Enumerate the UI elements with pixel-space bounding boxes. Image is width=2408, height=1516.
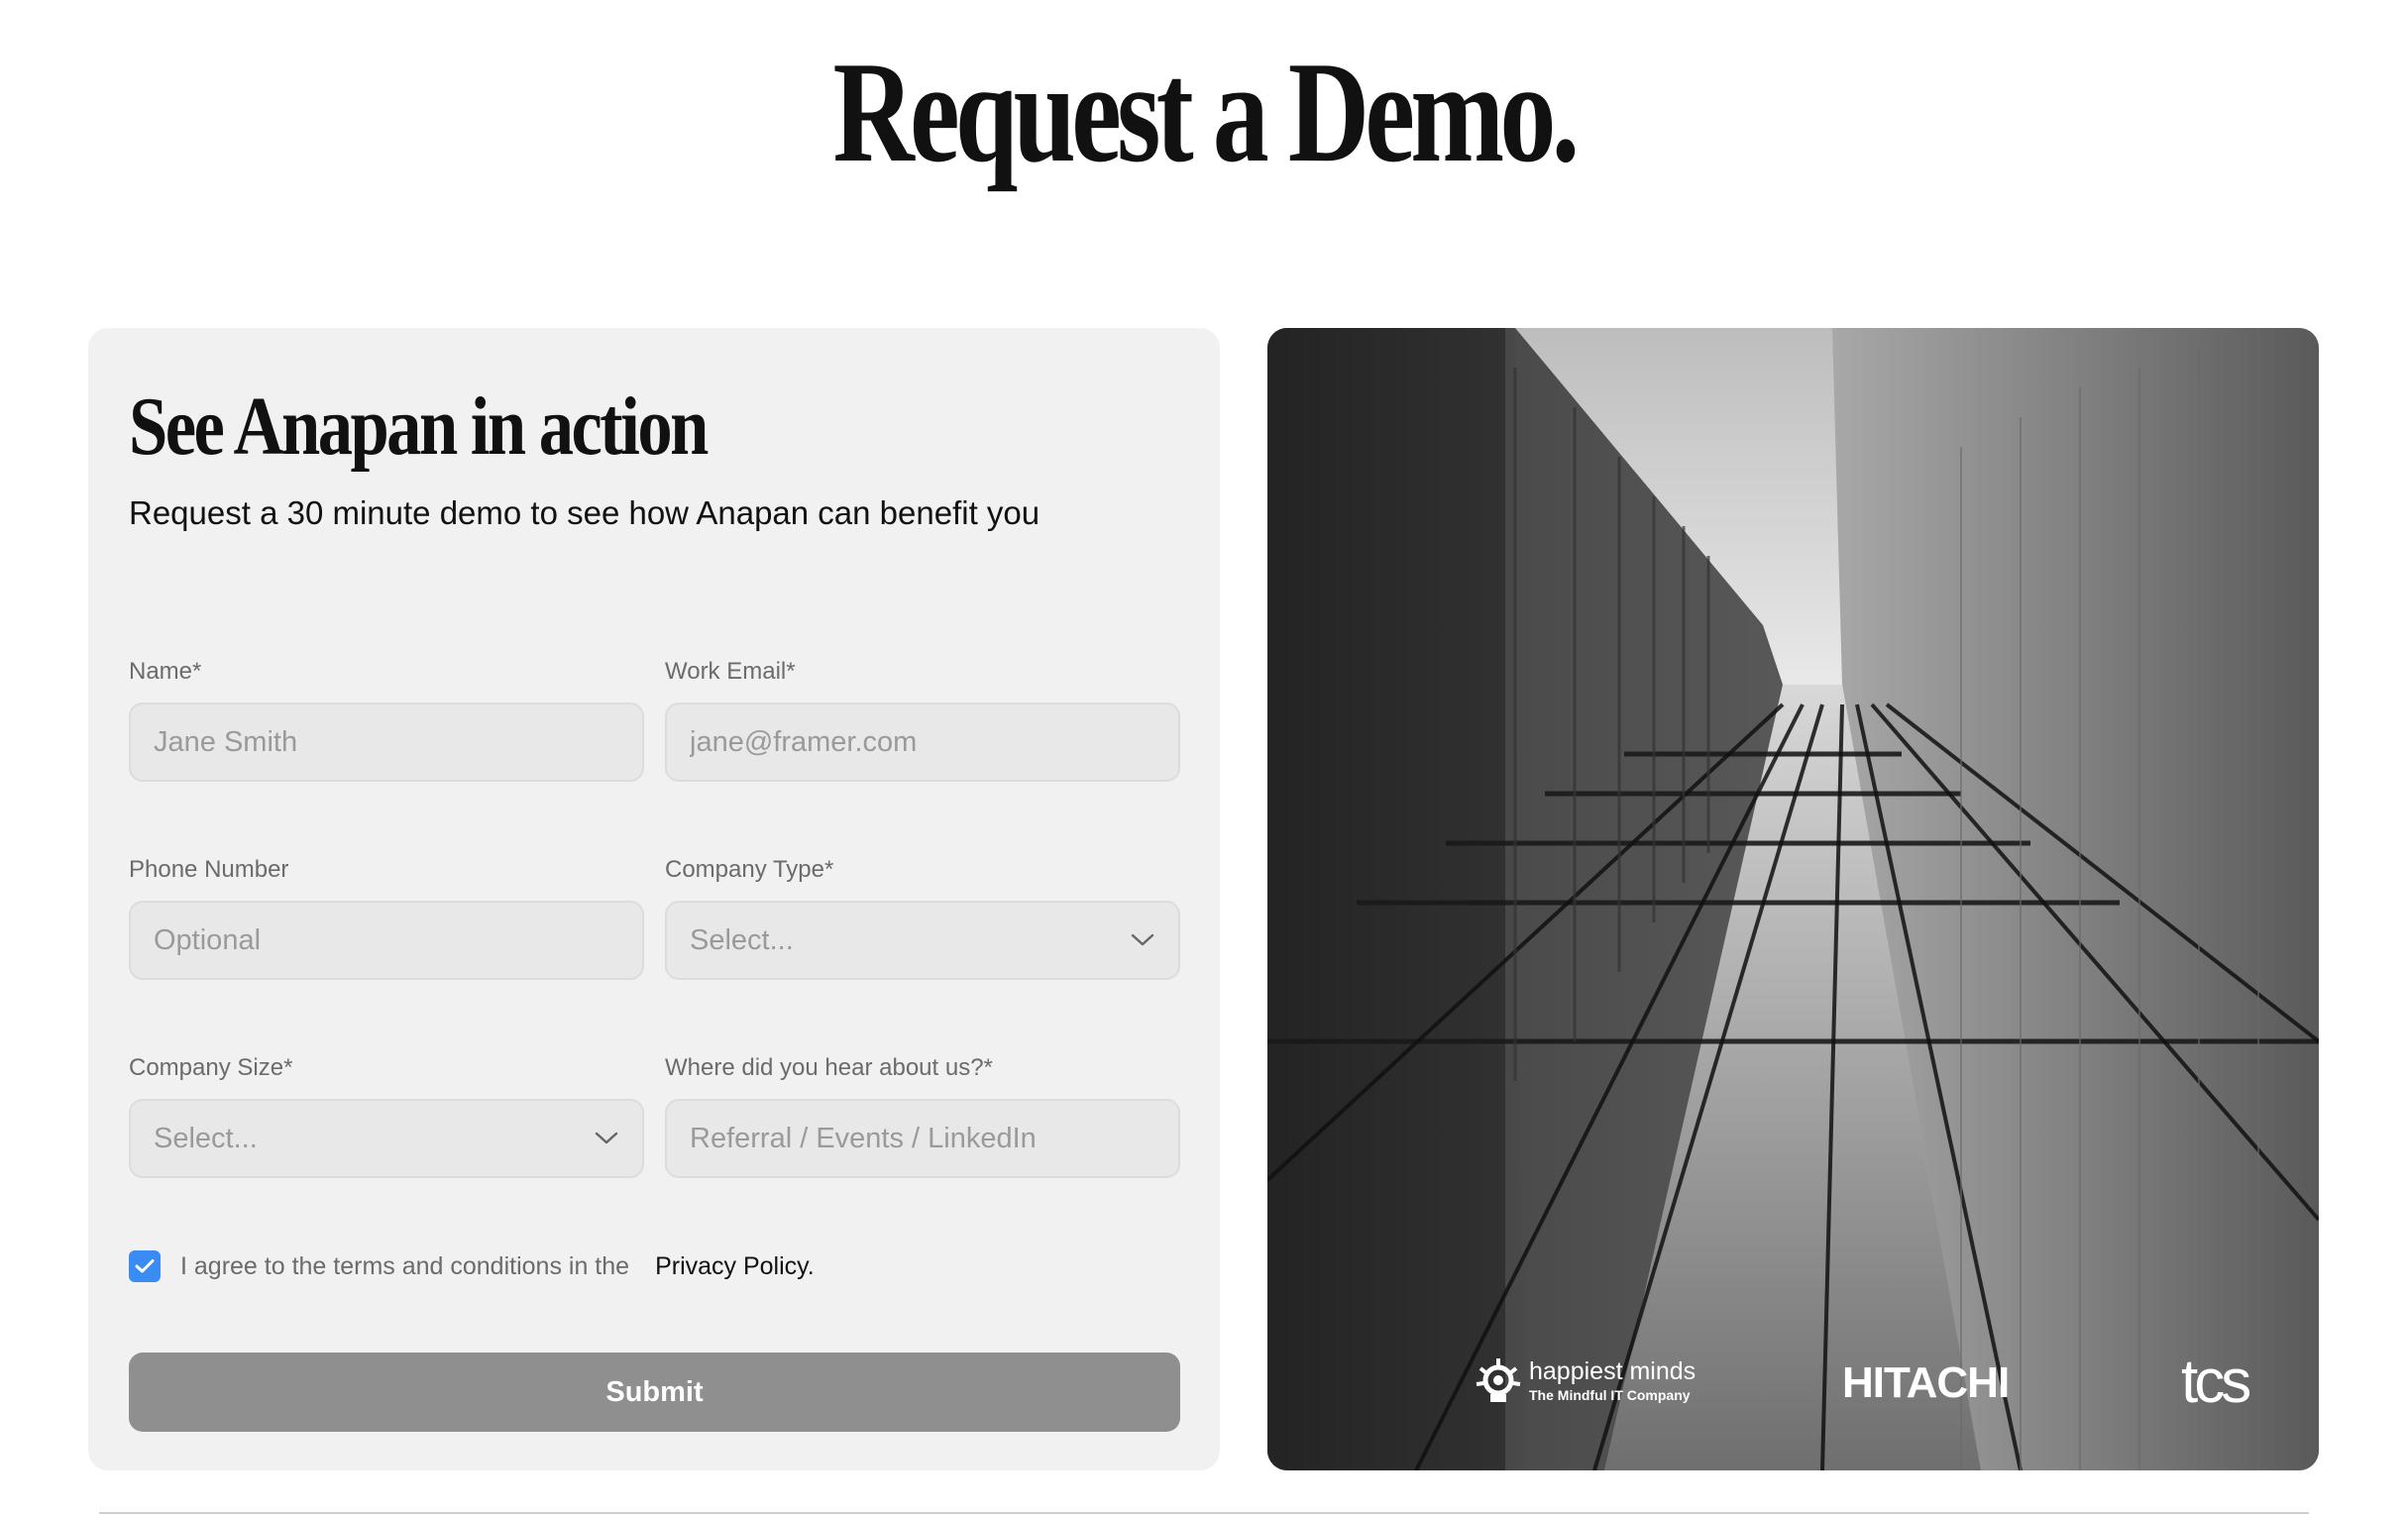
bottom-divider <box>99 1512 2309 1514</box>
phone-field-box[interactable] <box>129 901 644 980</box>
consent-text: I agree to the terms and conditions in t… <box>180 1251 630 1280</box>
happiest-minds-tagline: The Mindful IT Company <box>1529 1386 1691 1403</box>
building-photo <box>1267 328 2319 1470</box>
source-input[interactable] <box>690 1122 1155 1155</box>
company-size-label: Company Size* <box>129 1054 293 1081</box>
source-field-group: Where did you hear about us?* <box>665 1053 1180 1178</box>
submit-button[interactable]: Submit <box>129 1353 1180 1432</box>
phone-input[interactable] <box>154 923 619 957</box>
company-type-value: Select... <box>690 923 794 956</box>
name-label: Name* <box>129 658 202 685</box>
consent-row: I agree to the terms and conditions in t… <box>129 1249 815 1283</box>
check-icon <box>135 1259 155 1273</box>
company-type-field-group: Company Type* Select... <box>665 855 1180 980</box>
form-subheading: Request a 30 minute demo to see how Anap… <box>129 494 1040 531</box>
source-field-box[interactable] <box>665 1099 1180 1178</box>
tcs-logo: tcs <box>2181 1348 2251 1416</box>
consent-checkbox[interactable] <box>129 1250 161 1282</box>
company-size-select[interactable]: Select... <box>129 1099 644 1178</box>
company-size-value: Select... <box>154 1122 258 1154</box>
form-heading: See Anapan in action <box>129 380 709 473</box>
email-field-box[interactable] <box>665 703 1180 782</box>
name-field-group: Name* <box>129 657 644 782</box>
name-field-box[interactable] <box>129 703 644 782</box>
happiest-minds-name: happiest minds <box>1529 1357 1697 1386</box>
chevron-down-icon <box>594 1126 619 1151</box>
email-field-group: Work Email* <box>665 657 1180 782</box>
source-label: Where did you hear about us?* <box>665 1054 993 1081</box>
company-type-select[interactable]: Select... <box>665 901 1180 980</box>
privacy-policy-link[interactable]: Privacy Policy. <box>655 1252 815 1281</box>
phone-label: Phone Number <box>129 856 289 883</box>
email-label: Work Email* <box>665 658 796 685</box>
hitachi-logo: HITACHI <box>1842 1358 2010 1407</box>
gear-bulb-icon <box>1476 1358 1521 1402</box>
phone-field-group: Phone Number <box>129 855 644 980</box>
building-image-card: happiest minds The Mindful IT Company HI… <box>1267 328 2319 1470</box>
happiest-minds-logo: happiest minds The Mindful IT Company <box>1474 1356 1696 1406</box>
demo-form-card: See Anapan in action Request a 30 minute… <box>88 328 1220 1470</box>
chevron-down-icon <box>1130 927 1155 953</box>
company-size-field-group: Company Size* Select... <box>129 1053 644 1178</box>
page-title: Request a Demo. <box>832 32 1581 192</box>
name-input[interactable] <box>154 725 619 759</box>
email-input[interactable] <box>690 725 1155 759</box>
company-type-label: Company Type* <box>665 856 834 883</box>
